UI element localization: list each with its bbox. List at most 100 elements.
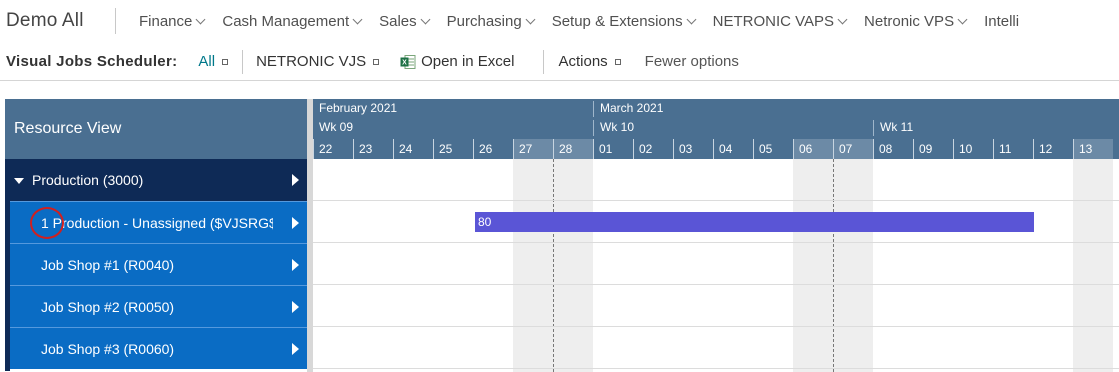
company-name[interactable]: Demo All — [0, 10, 115, 32]
collapse-caret-icon[interactable] — [14, 177, 24, 184]
day-label: 12 — [1033, 139, 1073, 159]
open-in-excel-button[interactable]: X Open in Excel — [400, 53, 514, 70]
highlight-circle — [30, 207, 64, 239]
nav-item-setup-extensions[interactable]: Setup & Extensions — [551, 12, 697, 30]
resource-row-production[interactable]: Production (3000) — [5, 159, 307, 201]
expand-arrow-icon[interactable] — [292, 216, 299, 229]
resource-row-job-shop-1[interactable]: Job Shop #1 (R0040) — [5, 243, 307, 285]
chevron-down-icon — [837, 14, 848, 24]
nav-item-netronic-vaps[interactable]: NETRONIC VAPS — [712, 12, 848, 30]
resource-label: Job Shop #3 (R0060) — [41, 340, 175, 357]
day-label: 03 — [673, 139, 713, 159]
nav-item-label: Setup & Extensions — [551, 12, 683, 30]
weekend-band — [833, 159, 873, 372]
week-divider — [833, 159, 834, 372]
resource-label: Production (3000) — [32, 172, 144, 188]
day-label: 10 — [953, 139, 993, 159]
resource-gantt: Resource View February 2021 March 2021 W… — [5, 99, 1119, 372]
day-label: 13 — [1073, 139, 1113, 159]
day-label: 08 — [873, 139, 913, 159]
day-label: 11 — [993, 139, 1033, 159]
nav-item-label: Purchasing — [446, 12, 522, 30]
month-label: February 2021 — [319, 101, 398, 115]
view-all-menu[interactable]: All — [198, 53, 229, 70]
row-divider — [313, 368, 1119, 369]
day-label: 26 — [473, 139, 513, 159]
weekend-band — [553, 159, 593, 372]
day-label: 05 — [753, 139, 793, 159]
resource-row-job-shop-3[interactable]: Job Shop #3 (R0060) — [5, 327, 307, 369]
resource-row-job-shop-2[interactable]: Job Shop #2 (R0050) — [5, 285, 307, 327]
actions-menu[interactable]: Actions — [558, 53, 621, 70]
today-divider — [553, 159, 554, 372]
open-in-excel-label: Open in Excel — [421, 53, 515, 70]
netronic-vjs-menu[interactable]: NETRONIC VJS — [256, 53, 380, 70]
action-divider — [543, 49, 545, 74]
resource-label: 1 Production - Unassigned ($VJSRG$P — [41, 214, 273, 231]
timeline-header: February 2021 March 2021 Wk 09 Wk 10 Wk … — [313, 99, 1119, 159]
month-label: March 2021 — [593, 101, 1119, 117]
nav-item-sales[interactable]: Sales — [379, 12, 431, 30]
row-divider — [313, 200, 1119, 201]
day-label: 23 — [353, 139, 393, 159]
resource-label: Job Shop #1 (R0040) — [41, 256, 175, 273]
actions-label: Actions — [558, 53, 608, 70]
weekend-band — [1073, 159, 1113, 372]
week-label: Wk 09 — [319, 120, 354, 134]
resource-label: Job Shop #2 (R0050) — [41, 298, 175, 315]
excel-icon: X — [400, 54, 416, 69]
day-label: 27 — [513, 139, 553, 159]
nav-item-label: Sales — [379, 12, 417, 30]
nav-item-purchasing[interactable]: Purchasing — [446, 12, 536, 30]
nav-item-finance[interactable]: Finance — [139, 12, 206, 30]
menu-square-icon — [373, 59, 380, 65]
day-label: 28 — [553, 139, 593, 159]
day-label: 09 — [913, 139, 953, 159]
fewer-options-button[interactable]: Fewer options — [645, 53, 739, 70]
allocation-bar[interactable]: 80 — [475, 212, 1034, 232]
menu-square-icon — [614, 59, 621, 65]
day-label: 25 — [433, 139, 473, 159]
nav-item-label: Finance — [139, 12, 193, 30]
resource-list: Production (3000) 1 Production - Unassig… — [5, 159, 307, 369]
nav-item-label: NETRONIC VAPS — [712, 12, 835, 30]
nav-item-label: Cash Management — [222, 12, 350, 30]
day-label: 07 — [833, 139, 873, 159]
netronic-vjs-label: NETRONIC VJS — [256, 53, 367, 70]
chevron-down-icon — [525, 14, 536, 24]
nav-item-label: Intelli — [984, 12, 1020, 30]
chevron-down-icon — [195, 14, 206, 24]
chevron-down-icon — [957, 14, 968, 24]
chevron-down-icon — [686, 14, 697, 24]
nav-item-label: Netronic VPS — [864, 12, 955, 30]
gantt-chart-area[interactable]: 80 — [313, 159, 1119, 372]
menu-square-icon — [222, 59, 229, 65]
expand-arrow-icon[interactable] — [292, 258, 299, 271]
row-divider — [313, 326, 1119, 327]
row-divider — [313, 242, 1119, 243]
day-label: 02 — [633, 139, 673, 159]
day-label: 06 — [793, 139, 833, 159]
view-all-label: All — [198, 53, 216, 70]
nav-item-intelli[interactable]: Intelli — [984, 13, 1019, 30]
day-label: 22 — [313, 139, 353, 159]
nav-divider — [115, 8, 116, 34]
day-label: 04 — [713, 139, 753, 159]
action-bar: Visual Jobs Scheduler: All NETRONIC VJS … — [0, 43, 1119, 81]
weekend-band — [513, 159, 553, 372]
day-label: 01 — [593, 139, 633, 159]
page-title: Visual Jobs Scheduler: — [6, 53, 178, 70]
nav-item-cash-management[interactable]: Cash Management — [222, 12, 363, 30]
week-label: Wk 10 — [593, 120, 873, 136]
action-divider — [242, 49, 244, 74]
chevron-down-icon — [420, 14, 431, 24]
expand-arrow-icon[interactable] — [292, 174, 299, 186]
week-label: Wk 11 — [873, 120, 1119, 136]
top-navigation: Demo All Finance Cash Management Sales P… — [0, 0, 1119, 42]
chevron-down-icon — [352, 14, 363, 24]
nav-item-netronic-vps[interactable]: Netronic VPS — [864, 12, 968, 30]
expand-arrow-icon[interactable] — [292, 300, 299, 313]
expand-arrow-icon[interactable] — [292, 342, 299, 355]
row-divider — [313, 284, 1119, 285]
weekend-band — [793, 159, 833, 372]
